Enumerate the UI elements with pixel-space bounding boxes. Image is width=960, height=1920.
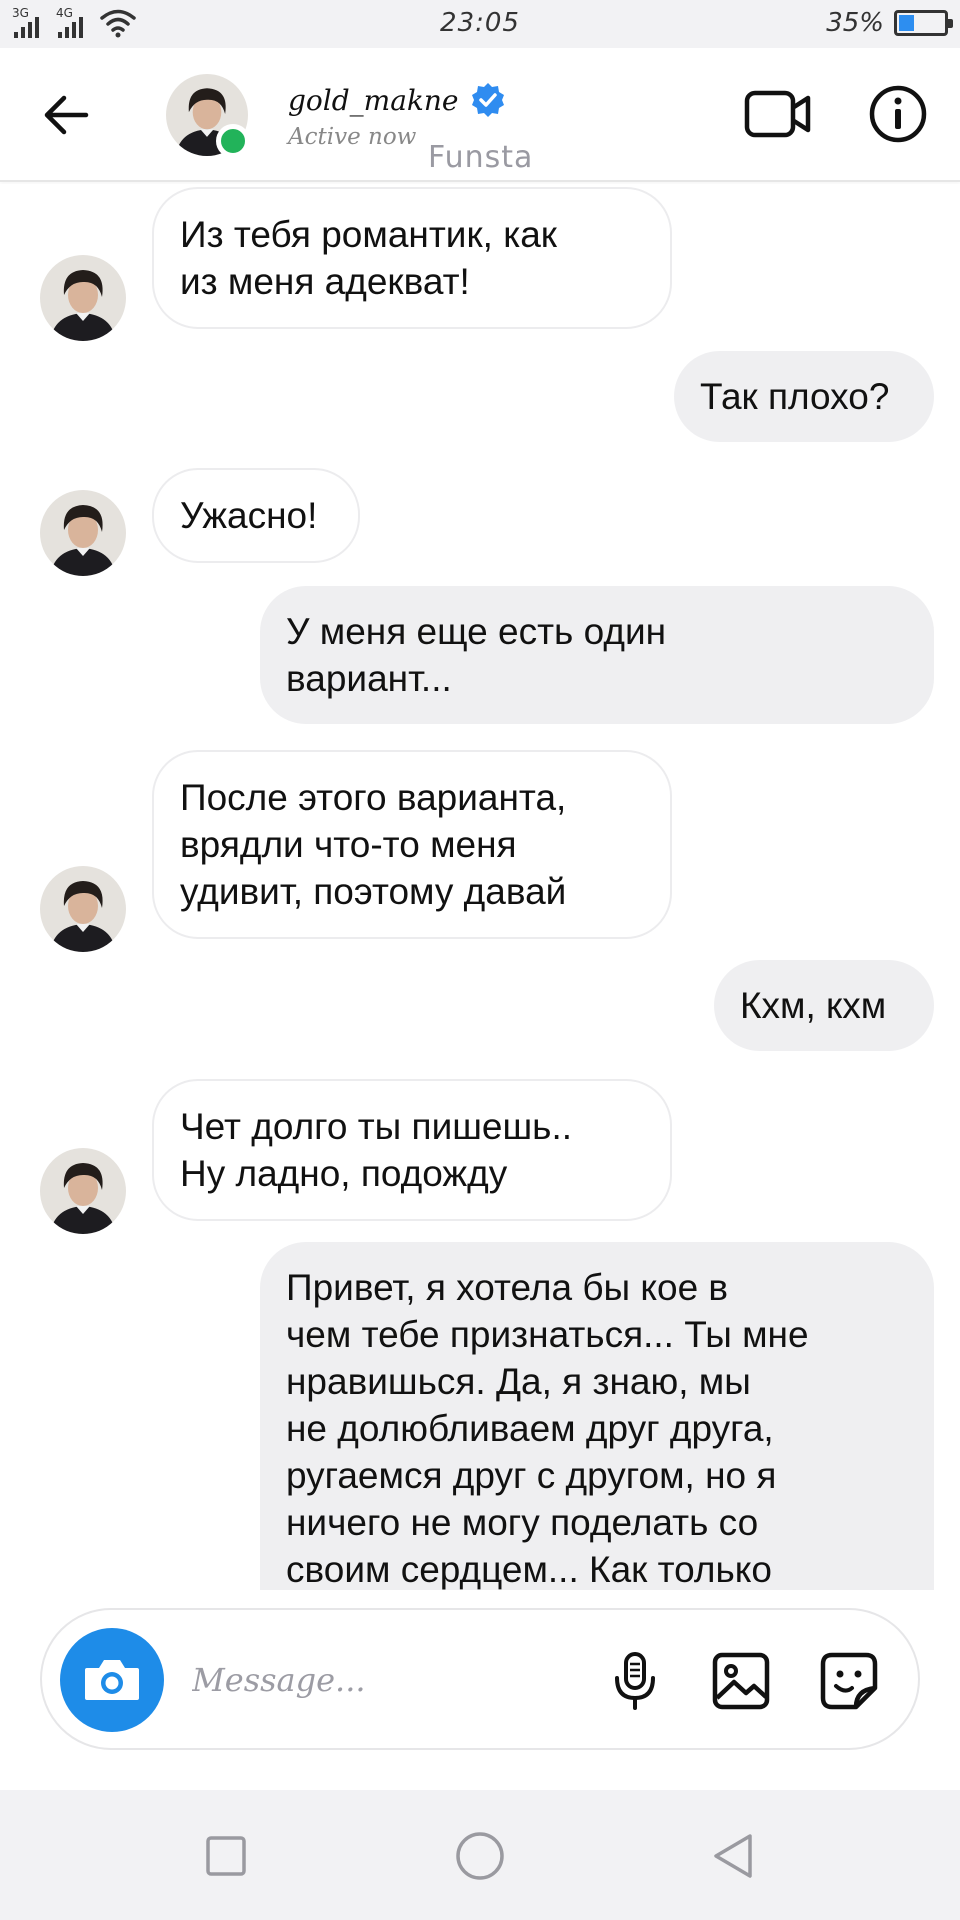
message-bubble[interactable]: После этого варианта, врядли что-то меня… <box>152 750 672 939</box>
gallery-icon[interactable] <box>710 1650 772 1712</box>
verified-badge-icon <box>472 83 505 117</box>
sender-avatar[interactable] <box>40 1148 126 1234</box>
video-call-icon[interactable] <box>744 86 812 142</box>
sticker-icon[interactable] <box>818 1650 880 1712</box>
message-input[interactable] <box>192 1652 612 1708</box>
camera-icon <box>85 1660 139 1700</box>
online-status-dot <box>216 124 250 158</box>
message-bubble[interactable]: Из тебя романтик, как из меня адекват! <box>152 187 672 329</box>
message-bubble[interactable]: У меня еще есть один вариант... <box>260 586 934 724</box>
microphone-icon[interactable] <box>604 1650 666 1712</box>
contact-username: gold_makne <box>288 83 459 117</box>
home-circle-icon[interactable] <box>454 1830 506 1882</box>
sender-avatar[interactable] <box>40 866 126 952</box>
recents-square-icon[interactable] <box>200 1830 252 1882</box>
message-bubble[interactable]: Привет, я хотела бы кое в чем тебе призн… <box>260 1242 934 1590</box>
clock: 23:05 <box>440 8 520 38</box>
battery-icon <box>894 10 953 36</box>
battery-indicator: 35% <box>826 8 953 38</box>
back-arrow-icon[interactable] <box>40 90 92 140</box>
message-bubble[interactable]: Чет долго ты пишешь.. Ну ладно, подожду <box>152 1079 672 1221</box>
back-triangle-icon[interactable] <box>708 1830 760 1882</box>
camera-button[interactable] <box>60 1628 164 1732</box>
system-nav-bar <box>0 1790 960 1920</box>
message-bubble[interactable]: Так плохо? <box>674 351 934 442</box>
sender-avatar[interactable] <box>40 490 126 576</box>
battery-percent: 35% <box>826 8 884 38</box>
watermark: Funsta <box>428 140 534 175</box>
message-composer <box>40 1608 920 1750</box>
info-icon[interactable] <box>868 84 928 144</box>
message-thread[interactable]: Из тебя романтик, как из меня адекват! Т… <box>0 184 960 1590</box>
status-bar: 3G 4G 23:05 35% <box>0 0 960 48</box>
message-bubble[interactable]: Ужасно! <box>152 468 360 563</box>
contact-name-row[interactable]: gold_makne <box>288 82 506 118</box>
presence-status: Active now <box>288 124 417 150</box>
sender-avatar[interactable] <box>40 255 126 341</box>
chat-header: gold_makne Active now Funsta <box>0 48 960 182</box>
message-bubble[interactable]: Кхм, кхм <box>714 960 934 1051</box>
